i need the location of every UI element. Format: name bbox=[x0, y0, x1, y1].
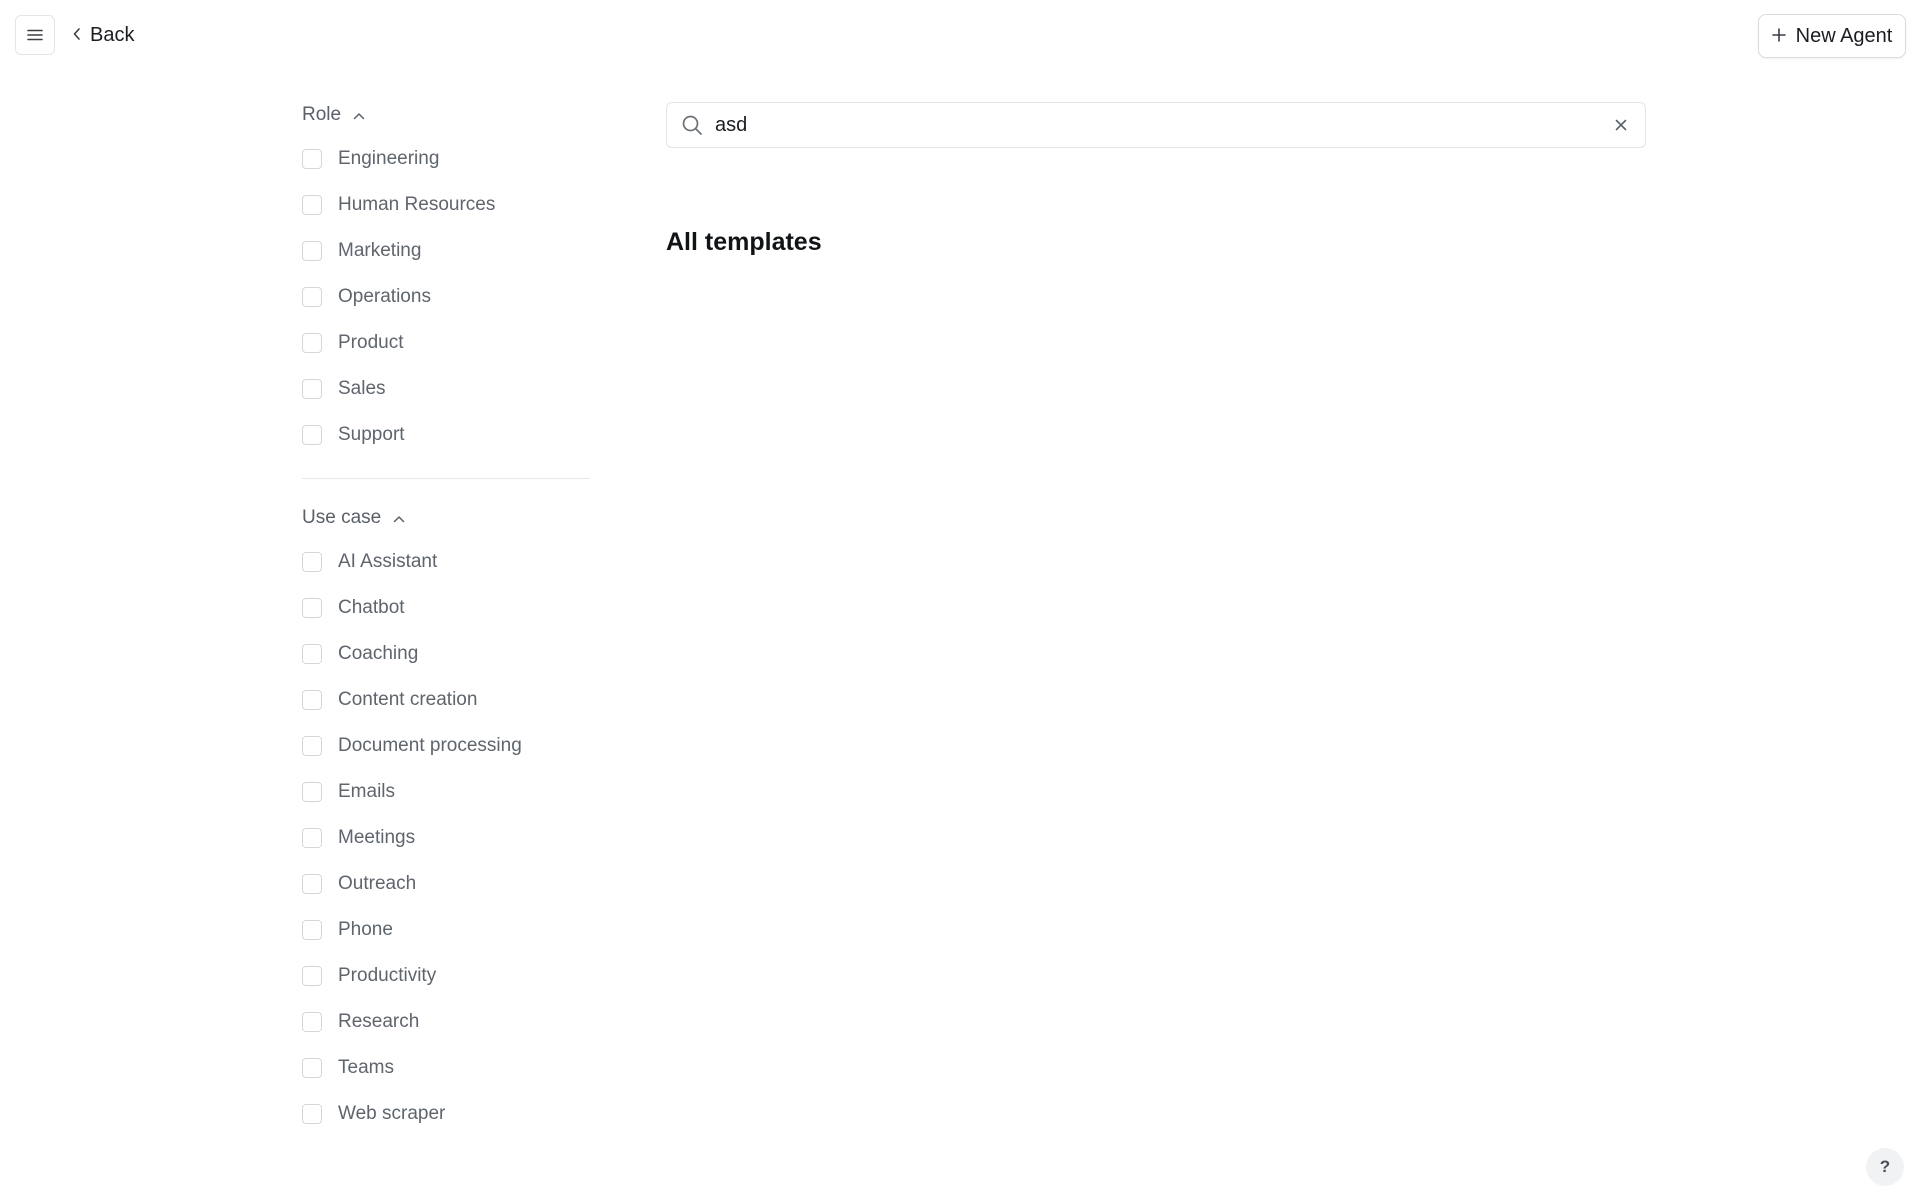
use-case-filter-option[interactable]: Web scraper bbox=[302, 1091, 590, 1137]
role-filter-option[interactable]: Support bbox=[302, 412, 590, 458]
chevron-up-icon bbox=[393, 507, 405, 529]
filter-option-label: Content creation bbox=[338, 689, 478, 710]
role-filter-option[interactable]: Product bbox=[302, 320, 590, 366]
checkbox[interactable] bbox=[302, 920, 322, 940]
filter-option-label: Teams bbox=[338, 1057, 394, 1078]
use-case-filter-option[interactable]: Outreach bbox=[302, 861, 590, 907]
role-filter-option[interactable]: Marketing bbox=[302, 228, 590, 274]
checkbox[interactable] bbox=[302, 828, 322, 848]
filter-option-label: Human Resources bbox=[338, 194, 496, 215]
use-case-filter-option[interactable]: Productivity bbox=[302, 953, 590, 999]
filter-option-label: Coaching bbox=[338, 643, 419, 664]
search-icon bbox=[681, 114, 703, 136]
role-filter-group: Role Engineering Human Resources Marketing… bbox=[302, 100, 590, 458]
chevron-up-icon bbox=[353, 104, 365, 126]
filter-option-label: Product bbox=[338, 332, 404, 353]
checkbox[interactable] bbox=[302, 287, 322, 307]
use-case-filter-option[interactable]: AI Assistant bbox=[302, 539, 590, 585]
checkbox[interactable] bbox=[302, 1058, 322, 1078]
checkbox[interactable] bbox=[302, 690, 322, 710]
use-case-filter-option[interactable]: Content creation bbox=[302, 677, 590, 723]
new-agent-button[interactable]: New Agent bbox=[1758, 14, 1906, 58]
checkbox[interactable] bbox=[302, 195, 322, 215]
checkbox[interactable] bbox=[302, 1012, 322, 1032]
use-case-filter-toggle[interactable]: Use case bbox=[302, 503, 590, 533]
checkbox[interactable] bbox=[302, 1104, 322, 1124]
filter-option-label: Phone bbox=[338, 919, 393, 940]
checkbox[interactable] bbox=[302, 425, 322, 445]
role-filter-title: Role bbox=[302, 104, 342, 125]
use-case-filter-option[interactable]: Research bbox=[302, 999, 590, 1045]
new-agent-label: New Agent bbox=[1795, 24, 1893, 47]
checkbox[interactable] bbox=[302, 333, 322, 353]
filter-option-label: AI Assistant bbox=[338, 551, 438, 572]
checkbox[interactable] bbox=[302, 598, 322, 618]
role-filter-option[interactable]: Human Resources bbox=[302, 182, 590, 228]
role-filter-list: Engineering Human Resources Marketing Opera… bbox=[302, 136, 590, 458]
use-case-filter-option[interactable]: Document processing bbox=[302, 723, 590, 769]
filter-option-label: Research bbox=[338, 1011, 420, 1032]
menu-icon bbox=[27, 29, 43, 41]
checkbox[interactable] bbox=[302, 644, 322, 664]
role-filter-option[interactable]: Engineering bbox=[302, 136, 590, 182]
filter-option-label: Meetings bbox=[338, 827, 416, 848]
use-case-filter-option[interactable]: Chatbot bbox=[302, 585, 590, 631]
use-case-filter-option[interactable]: Meetings bbox=[302, 815, 590, 861]
filter-option-label: Productivity bbox=[338, 965, 437, 986]
filter-option-label: Document processing bbox=[338, 735, 522, 756]
filter-option-label: Emails bbox=[338, 781, 396, 802]
filters-sidebar: Role Engineering Human Resources Marketing… bbox=[302, 100, 590, 1137]
checkbox[interactable] bbox=[302, 966, 322, 986]
role-filter-toggle[interactable]: Role bbox=[302, 100, 590, 130]
section-title: All templates bbox=[666, 228, 822, 256]
use-case-filter-option[interactable]: Emails bbox=[302, 769, 590, 815]
sidebar-toggle-button[interactable] bbox=[15, 15, 55, 55]
checkbox[interactable] bbox=[302, 552, 322, 572]
use-case-filter-option[interactable]: Phone bbox=[302, 907, 590, 953]
use-case-filter-option[interactable]: Coaching bbox=[302, 631, 590, 677]
role-filter-option[interactable]: Sales bbox=[302, 366, 590, 412]
help-button[interactable]: ? bbox=[1866, 1148, 1904, 1186]
filter-option-label: Marketing bbox=[338, 240, 422, 261]
checkbox[interactable] bbox=[302, 874, 322, 894]
chevron-left-icon bbox=[72, 24, 82, 47]
back-link[interactable]: Back bbox=[72, 20, 134, 50]
filter-option-label: Operations bbox=[338, 286, 431, 307]
checkbox[interactable] bbox=[302, 736, 322, 756]
clear-search-icon[interactable] bbox=[1615, 119, 1627, 131]
checkbox[interactable] bbox=[302, 782, 322, 802]
search-box bbox=[666, 102, 1646, 148]
checkbox[interactable] bbox=[302, 241, 322, 261]
filter-option-label: Web scraper bbox=[338, 1103, 446, 1124]
use-case-filter-option[interactable]: Teams bbox=[302, 1045, 590, 1091]
filter-option-label: Support bbox=[338, 424, 405, 445]
back-label: Back bbox=[90, 23, 135, 46]
use-case-filter-title: Use case bbox=[302, 507, 382, 528]
filter-divider bbox=[302, 478, 590, 479]
use-case-filter-group: Use case AI Assistant Chatbot Coaching Cont… bbox=[302, 503, 590, 1137]
filter-option-label: Chatbot bbox=[338, 597, 405, 618]
search-input[interactable] bbox=[713, 105, 1615, 145]
filter-option-label: Outreach bbox=[338, 873, 417, 894]
checkbox[interactable] bbox=[302, 149, 322, 169]
role-filter-option[interactable]: Operations bbox=[302, 274, 590, 320]
use-case-filter-list: AI Assistant Chatbot Coaching Content creat… bbox=[302, 539, 590, 1137]
filter-option-label: Sales bbox=[338, 378, 386, 399]
checkbox[interactable] bbox=[302, 379, 322, 399]
filter-option-label: Engineering bbox=[338, 148, 440, 169]
plus-icon bbox=[1771, 25, 1786, 48]
